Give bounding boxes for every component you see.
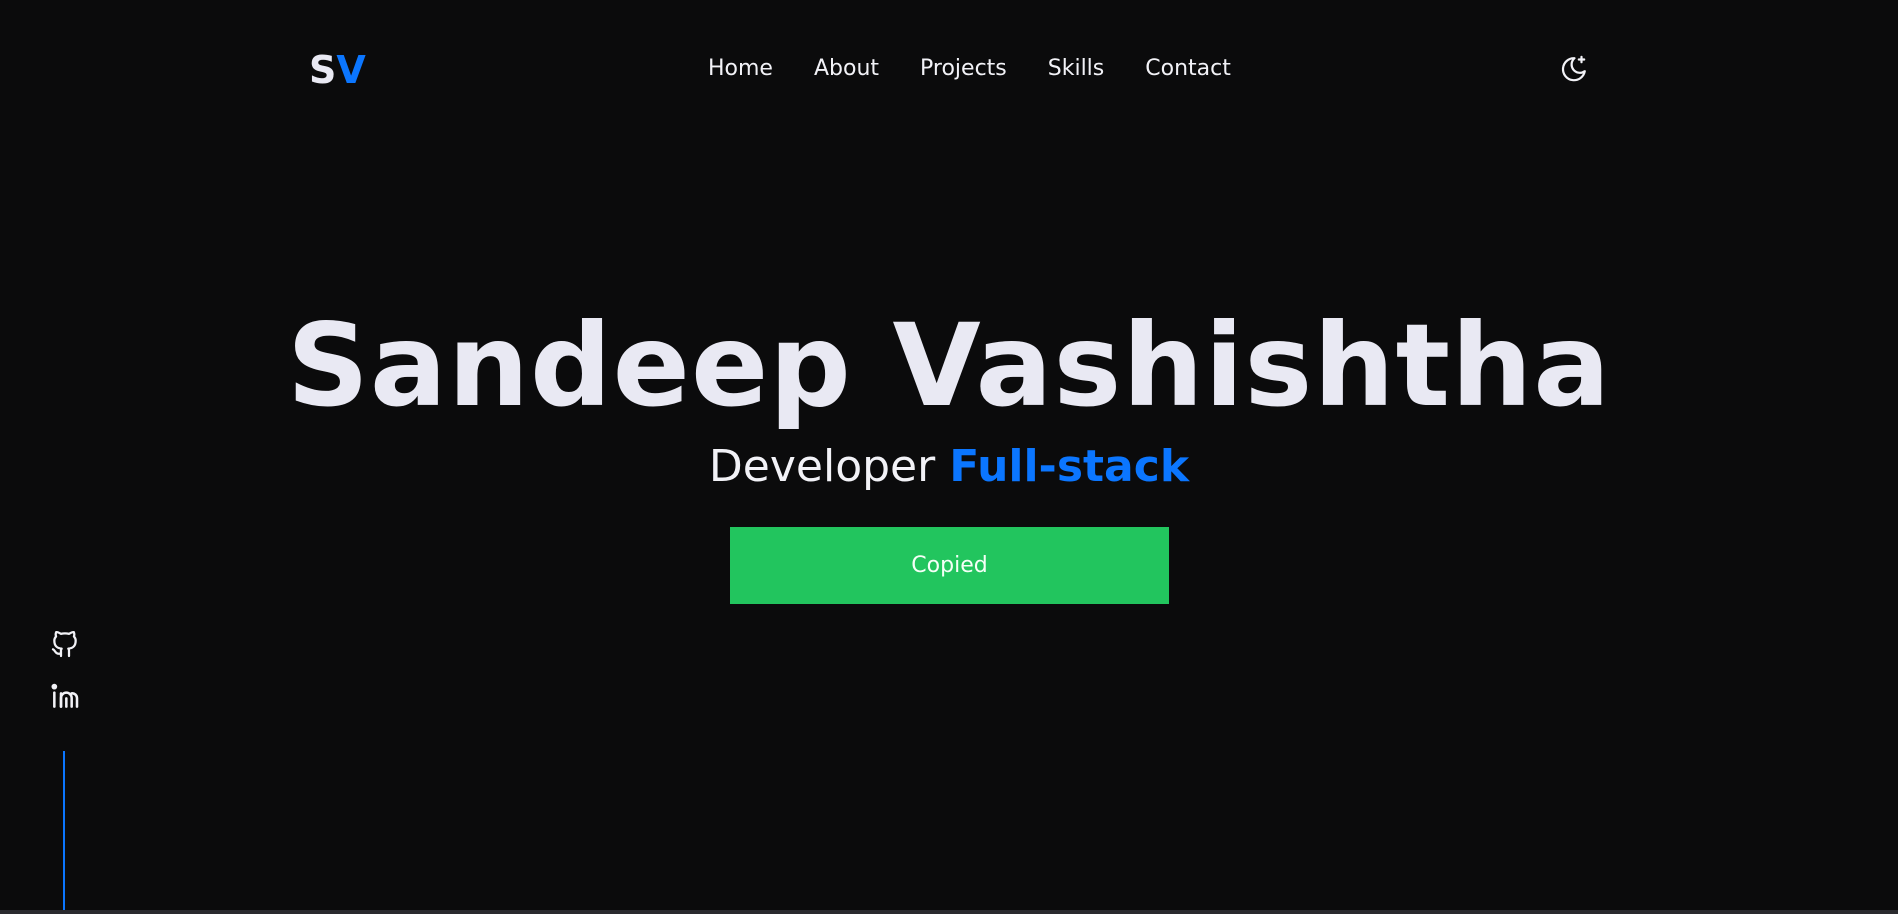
theme-toggle-button[interactable] xyxy=(1559,54,1589,84)
portfolio-page: SV Home About Projects Skills Contact Sa… xyxy=(0,0,1898,914)
main-nav: Home About Projects Skills Contact xyxy=(708,52,1231,86)
linkedin-icon xyxy=(51,683,79,708)
copy-email-button[interactable]: Copied xyxy=(730,527,1169,604)
linkedin-link[interactable] xyxy=(49,680,81,712)
nav-item-skills[interactable]: Skills xyxy=(1048,52,1105,86)
hero-role-highlight: Full-stack xyxy=(949,441,1190,492)
logo-initial-first: S xyxy=(309,48,337,92)
nav-item-projects[interactable]: Projects xyxy=(920,52,1007,86)
logo[interactable]: SV xyxy=(309,48,366,92)
moon-sparkle-icon xyxy=(1561,55,1586,82)
hero-name: Sandeep Vashishtha xyxy=(286,299,1612,432)
hero-role: Developer Full-stack xyxy=(0,440,1898,494)
github-link[interactable] xyxy=(49,628,81,660)
social-links xyxy=(49,628,81,712)
github-icon xyxy=(51,630,77,658)
bottom-edge-bar xyxy=(0,910,1898,914)
nav-item-home[interactable]: Home xyxy=(708,52,773,86)
logo-initial-second: V xyxy=(336,48,366,92)
nav-item-about[interactable]: About xyxy=(814,52,879,86)
nav-item-contact[interactable]: Contact xyxy=(1145,52,1231,86)
social-divider-line xyxy=(63,751,65,914)
hero-role-prefix: Developer xyxy=(708,441,936,492)
